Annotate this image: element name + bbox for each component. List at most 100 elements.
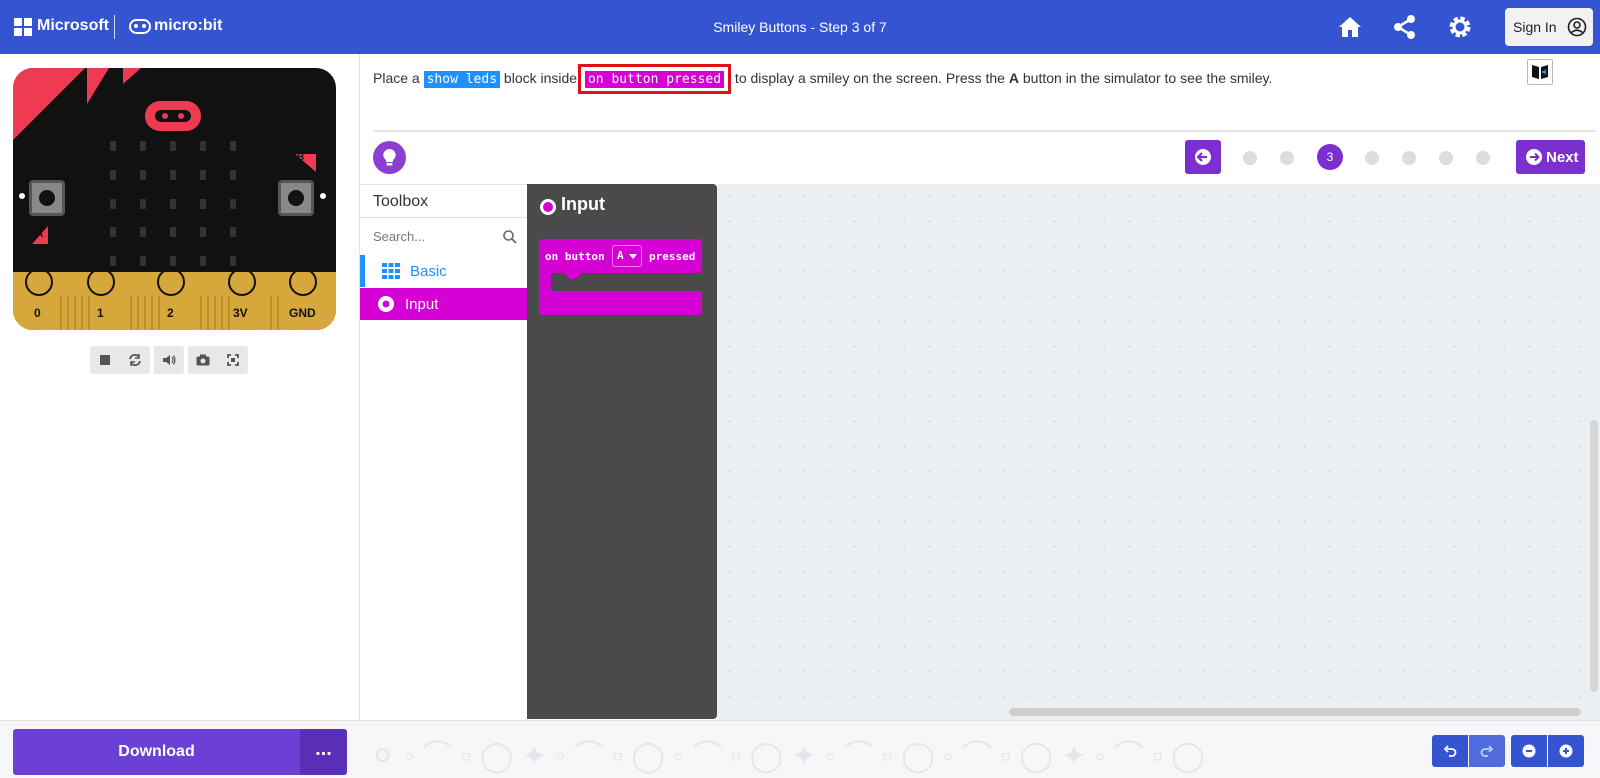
previous-step-button[interactable]	[1185, 140, 1221, 174]
led	[170, 141, 176, 151]
more-options-icon: ...	[315, 738, 332, 760]
step-dot-4[interactable]	[1365, 151, 1379, 165]
sim-button-a[interactable]	[29, 180, 65, 216]
search-icon[interactable]	[502, 229, 518, 245]
pin-label-1: 1	[97, 306, 104, 320]
pin-label-0: 0	[34, 306, 41, 320]
block-prefix: on button	[545, 250, 605, 263]
step-dot-5[interactable]	[1402, 151, 1416, 165]
arrow-right-circle-icon	[1526, 149, 1542, 165]
category-input[interactable]: Input	[360, 288, 527, 320]
edge-connector: 0 1 2 3V GND	[13, 272, 336, 330]
pin-label-3v: 3V	[233, 306, 248, 320]
led	[200, 199, 206, 209]
decorative-pattern: ⚪ ◦ ⌒ ▫ ◯ ✦ ◦ ⌒ ▫ ◯ ◦ ⌒ ▫ ◯ ✦ ◦ ⌒ ▫ ◯ ◦ …	[370, 740, 1205, 773]
led	[140, 141, 146, 151]
code-on-button-pressed[interactable]: on button pressed	[583, 70, 726, 89]
step-dot-1[interactable]	[1243, 151, 1257, 165]
led	[140, 170, 146, 180]
led	[110, 141, 116, 151]
input-ring-icon	[378, 296, 394, 312]
tutorial-name: Smiley Buttons	[713, 19, 807, 35]
sign-in-label: Sign In	[1513, 19, 1557, 35]
highlight-box: on button pressed	[577, 64, 732, 94]
title-separator: -	[806, 19, 820, 35]
download-options-button[interactable]: ...	[300, 729, 347, 775]
category-basic-label: Basic	[410, 262, 447, 280]
zoom-in-button[interactable]	[1548, 735, 1584, 767]
screenshot-button[interactable]	[188, 346, 218, 374]
tutorial-step-text: Step 3 of 7	[819, 19, 887, 35]
block-arm	[539, 273, 551, 291]
block-footer[interactable]	[539, 291, 702, 315]
instruction-text-part: block inside	[500, 70, 581, 86]
led	[140, 199, 146, 209]
sign-in-button[interactable]: Sign In	[1505, 8, 1593, 46]
hint-button[interactable]	[373, 141, 406, 174]
step-dot-6[interactable]	[1439, 151, 1453, 165]
redo-button[interactable]	[1469, 735, 1505, 767]
led	[140, 256, 146, 266]
instruction-text: Place a show leds block inside on button…	[373, 64, 1272, 94]
led	[230, 170, 236, 180]
download-button[interactable]: Download	[13, 729, 300, 775]
code-show-leds: show leds	[423, 71, 501, 88]
led	[170, 256, 176, 266]
led	[110, 199, 116, 209]
undo-icon	[1443, 745, 1457, 757]
immersive-reader-icon	[1532, 65, 1548, 79]
toolbox-title: Toolbox	[373, 193, 429, 210]
toolbox-search-input[interactable]: Search...	[373, 229, 425, 244]
led	[230, 199, 236, 209]
led	[140, 227, 146, 237]
restart-icon	[129, 354, 141, 366]
led	[200, 227, 206, 237]
step-dot-current[interactable]: 3	[1317, 144, 1343, 170]
stop-icon	[100, 355, 110, 365]
sound-icon	[163, 355, 176, 365]
editor-toolbar: ⚪ ◦ ⌒ ▫ ◯ ✦ ◦ ⌒ ▫ ◯ ◦ ⌒ ▫ ◯ ✦ ◦ ⌒ ▫ ◯ ◦ …	[0, 720, 1600, 778]
settings-icon[interactable]	[1447, 14, 1473, 40]
download-label: Download	[118, 743, 195, 760]
category-basic[interactable]: Basic	[360, 255, 527, 287]
home-icon[interactable]	[1337, 14, 1363, 40]
led	[230, 227, 236, 237]
zoom-out-icon	[1522, 744, 1536, 758]
zoom-out-button[interactable]	[1511, 735, 1547, 767]
led	[230, 256, 236, 266]
block-header[interactable]: on button A pressed	[539, 239, 702, 273]
undo-button[interactable]	[1432, 735, 1468, 767]
instruction-text-part: to display a smiley on the screen. Press…	[731, 70, 1009, 86]
blocks-workspace[interactable]	[717, 184, 1600, 720]
stop-button[interactable]	[90, 346, 120, 374]
workspace-horizontal-scrollbar[interactable]	[1009, 708, 1581, 716]
fullscreen-button[interactable]	[218, 346, 248, 374]
share-icon[interactable]	[1392, 14, 1418, 40]
zoom-in-icon	[1559, 744, 1573, 758]
immersive-reader-button[interactable]	[1527, 59, 1553, 85]
button-a-indicator	[19, 193, 25, 199]
simulator-controls	[90, 346, 248, 376]
restart-button[interactable]	[120, 346, 150, 374]
mute-button[interactable]	[154, 346, 184, 374]
next-step-button[interactable]: Next	[1516, 140, 1585, 174]
led	[110, 256, 116, 266]
block-notch	[565, 273, 581, 279]
step-dot-2[interactable]	[1280, 151, 1294, 165]
sim-button-b[interactable]	[278, 180, 314, 216]
fullscreen-icon	[227, 354, 239, 366]
category-input-label: Input	[405, 295, 439, 313]
workspace-vertical-scrollbar[interactable]	[1590, 420, 1598, 692]
led	[110, 227, 116, 237]
led	[170, 199, 176, 209]
step-dot-7[interactable]	[1476, 151, 1490, 165]
pin-label-2: 2	[167, 306, 174, 320]
instruction-text-part: Place a	[373, 70, 424, 86]
dropdown-arrow-icon	[629, 254, 637, 259]
header-bar: Microsoft micro:bit Smiley Buttons - Ste…	[0, 0, 1600, 54]
instruction-bold-a: A	[1008, 70, 1019, 86]
button-dropdown[interactable]: A	[612, 245, 642, 267]
redo-icon	[1480, 745, 1494, 757]
edge-connector-stripes	[25, 272, 317, 330]
simulator-panel: A B 0 1 2 3V GND	[0, 54, 360, 720]
